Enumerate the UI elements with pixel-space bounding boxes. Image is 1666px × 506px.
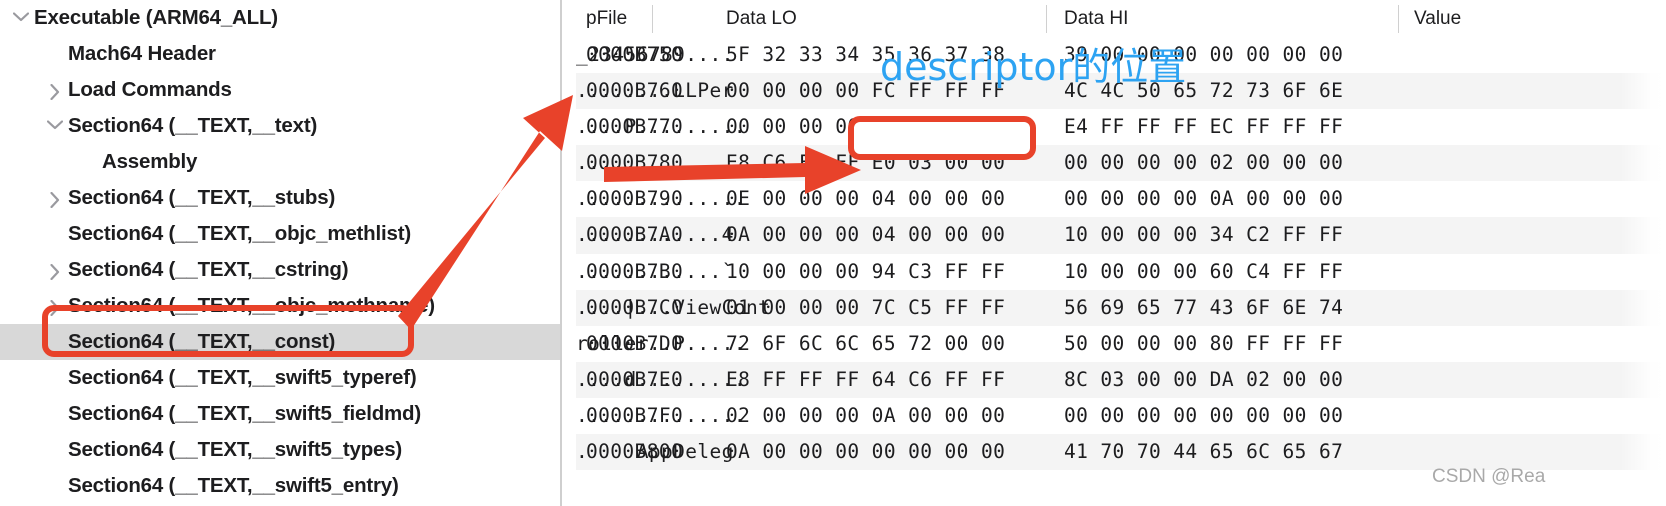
hex-cell-value[interactable]: _23456789.... bbox=[576, 37, 734, 73]
chevron-right-icon[interactable] bbox=[42, 180, 68, 208]
hex-cell-hi[interactable]: 56 69 65 77 43 6F 6E 74 bbox=[1064, 290, 1343, 326]
tree-item[interactable]: Section64 (__TEXT,__swift5_types) bbox=[0, 432, 560, 468]
mach-o-structure-tree[interactable]: Executable (ARM64_ALL) Mach64 Header Load … bbox=[0, 0, 560, 506]
hex-cell-hi[interactable]: 00 00 00 00 00 00 00 00 bbox=[1064, 398, 1343, 434]
tree-item[interactable]: Mach64 Header bbox=[0, 36, 560, 72]
hex-cell-lo[interactable]: 0A 00 00 00 04 00 00 00 bbox=[726, 217, 1005, 253]
hex-cell-value[interactable]: ....d......... bbox=[576, 362, 746, 398]
hex-cell-lo[interactable]: E8 C6 FF FF E0 03 00 00 bbox=[726, 145, 1005, 181]
hex-cell-hi[interactable]: 39 00 00 00 00 00 00 00 bbox=[1064, 37, 1343, 73]
hex-cell-hi[interactable]: E4 FF FF FF EC FF FF FF bbox=[1064, 109, 1343, 145]
tree-item-label: Section64 (__TEXT,__text) bbox=[68, 114, 318, 137]
hex-cell-lo[interactable]: E8 FF FF FF 64 C6 FF FF bbox=[726, 362, 1005, 398]
hex-cell-hi[interactable]: 50 00 00 00 80 FF FF FF bbox=[1064, 326, 1343, 362]
tree-item-label: Section64 (__TEXT,__const) bbox=[68, 330, 336, 353]
tree-item[interactable]: Executable (ARM64_ALL) bbox=[0, 0, 560, 36]
chevron-right-icon[interactable] bbox=[42, 288, 68, 316]
tree-item[interactable]: Load Commands bbox=[0, 72, 560, 108]
hex-cell-hi[interactable]: 4C 4C 50 65 72 73 6F 6E bbox=[1064, 73, 1343, 109]
tree-item-label: Section64 (__TEXT,__cstring) bbox=[68, 258, 349, 281]
hex-row[interactable]: 0000B7D0 72 6F 6C 6C 65 72 00 00 50 00 00 … bbox=[576, 325, 1666, 362]
hex-cell-value[interactable]: ........LLPer bbox=[576, 73, 734, 109]
chevron-right-icon[interactable] bbox=[42, 252, 68, 280]
hex-cell-value[interactable]: .............. bbox=[576, 398, 746, 434]
tree-item[interactable]: Section64 (__TEXT,__swift5_fieldmd) bbox=[0, 396, 560, 432]
tree-item-label: Mach64 Header bbox=[68, 42, 216, 65]
hex-cell-value[interactable]: roller..P..... bbox=[576, 326, 746, 362]
tree-item-label: Section64 (__TEXT,__swift5_typeref) bbox=[68, 366, 417, 389]
tree-item[interactable]: Section64 (__TEXT,__swift5_entry) bbox=[0, 468, 560, 504]
tree-item[interactable]: Section64 (__TEXT,__swift5_typeref) bbox=[0, 360, 560, 396]
tree-item-label: Section64 (__TEXT,__objc_methlist) bbox=[68, 222, 411, 245]
hex-table-body[interactable]: 0000B750 5F 32 33 34 35 36 37 38 39 00 00 … bbox=[576, 37, 1666, 506]
chevron-down-icon[interactable] bbox=[42, 108, 68, 130]
tree-item[interactable]: Section64 (__TEXT,__const) bbox=[0, 324, 560, 360]
hex-cell-lo[interactable]: 00 00 00 00 50 00 00 80 bbox=[726, 109, 1005, 145]
hex-cell-lo[interactable]: 02 00 00 00 0A 00 00 00 bbox=[726, 398, 1005, 434]
hex-cell-lo[interactable]: 00 00 00 00 FC FF FF FF bbox=[726, 73, 1005, 109]
column-header-pfile[interactable]: pFile bbox=[586, 0, 627, 37]
tree-item[interactable]: Section64 (__TEXT,__objc_methlist) bbox=[0, 216, 560, 252]
hex-cell-hi[interactable]: 10 00 00 00 34 C2 FF FF bbox=[1064, 217, 1343, 253]
hex-row[interactable]: 0000B7E0 E8 FF FF FF 64 C6 FF FF 8C 03 00 … bbox=[576, 361, 1666, 398]
tree-item[interactable]: Section64 (__TEXT,__text) bbox=[0, 108, 560, 144]
hex-row[interactable]: 0000B800 0A 00 00 00 00 00 00 00 41 70 70 … bbox=[576, 434, 1666, 471]
column-separator[interactable] bbox=[1398, 5, 1399, 33]
hex-row[interactable]: 0000B770 00 00 00 00 50 00 00 80 E4 FF FF … bbox=[576, 109, 1666, 146]
chevron-right-icon[interactable] bbox=[42, 72, 68, 100]
hex-cell-lo[interactable]: 10 00 00 00 94 C3 FF FF bbox=[726, 254, 1005, 290]
tree-item-label: Section64 (__TEXT,__swift5_fieldmd) bbox=[68, 402, 422, 425]
hex-row[interactable]: 0000B750 5F 32 33 34 35 36 37 38 39 00 00 … bbox=[576, 37, 1666, 74]
hex-row[interactable]: 0000B7A0 0A 00 00 00 04 00 00 00 10 00 00 … bbox=[576, 217, 1666, 254]
hex-row[interactable]: 0000B760 00 00 00 00 FC FF FF FF 4C 4C 50 … bbox=[576, 73, 1666, 110]
column-separator[interactable] bbox=[1046, 5, 1047, 33]
hex-cell-hi[interactable]: 00 00 00 00 02 00 00 00 bbox=[1064, 145, 1343, 181]
chevron-down-icon[interactable] bbox=[8, 0, 34, 22]
tree-item-label: Section64 (__TEXT,__objc_methname) bbox=[68, 294, 435, 317]
hex-row[interactable]: 0000B790 0E 00 00 00 04 00 00 00 00 00 00 … bbox=[576, 181, 1666, 218]
hex-cell-value[interactable]: ....|...ViewCont bbox=[576, 290, 770, 326]
tree-item[interactable]: Section64 (__TEXT,__objc_methname) bbox=[0, 288, 560, 324]
tree-item[interactable]: Assembly bbox=[0, 144, 560, 180]
hex-viewer-panel[interactable]: pFile Data LO Data HI Value 0000B750 5F 32 3… bbox=[562, 0, 1666, 506]
column-separator[interactable] bbox=[652, 5, 653, 33]
tree-item-label: Section64 (__TEXT,__swift5_entry) bbox=[68, 474, 399, 497]
column-header-value[interactable]: Value bbox=[1414, 0, 1461, 37]
tree-item[interactable]: Section64 (__TEXT,__stubs) bbox=[0, 180, 560, 216]
tree-item-label: Section64 (__TEXT,__swift5_types) bbox=[68, 438, 403, 461]
hex-cell-hi[interactable]: 00 00 00 00 0A 00 00 00 bbox=[1064, 181, 1343, 217]
hex-cell-value[interactable]: ............` bbox=[576, 254, 734, 290]
hex-cell-lo[interactable]: 5F 32 33 34 35 36 37 38 bbox=[726, 37, 1005, 73]
hex-cell-value[interactable]: ....P......... bbox=[576, 109, 746, 145]
hex-cell-value[interactable]: .............. bbox=[576, 181, 746, 217]
hex-cell-hi[interactable]: 41 70 70 44 65 6C 65 67 bbox=[1064, 434, 1343, 470]
tree-item-label: Assembly bbox=[102, 150, 198, 173]
hex-cell-value[interactable]: . AppDeleg bbox=[576, 434, 734, 470]
hex-cell-hi[interactable]: 10 00 00 00 60 C4 FF FF bbox=[1064, 254, 1343, 290]
hex-cell-value[interactable]: .............. bbox=[576, 145, 746, 181]
column-header-lo[interactable]: Data LO bbox=[726, 0, 797, 37]
hex-row[interactable]: 0000B7F0 02 00 00 00 0A 00 00 00 00 00 00 … bbox=[576, 397, 1666, 435]
hex-row[interactable]: 0000B7C0 01 00 00 00 7C C5 FF FF 56 69 65 … bbox=[576, 289, 1666, 326]
hex-cell-value[interactable]: ............4 bbox=[576, 217, 734, 253]
column-header-hi[interactable]: Data HI bbox=[1064, 0, 1128, 37]
hex-table-header: pFile Data LO Data HI Value bbox=[576, 0, 1666, 38]
hex-row[interactable]: 0000B780 E8 C6 FF FF E0 03 00 00 00 00 00 … bbox=[576, 145, 1666, 182]
tree-item-label: Section64 (__TEXT,__stubs) bbox=[68, 186, 336, 209]
hex-cell-hi[interactable]: 8C 03 00 00 DA 02 00 00 bbox=[1064, 362, 1343, 398]
tree-item-label: Executable (ARM64_ALL) bbox=[34, 6, 278, 29]
hex-cell-lo[interactable]: 0A 00 00 00 00 00 00 00 bbox=[726, 434, 1005, 470]
tree-item[interactable]: Section64 (__TEXT,__cstring) bbox=[0, 252, 560, 288]
tree-item-label: Load Commands bbox=[68, 78, 232, 101]
hex-row[interactable]: 0000B7B0 10 00 00 00 94 C3 FF FF 10 00 00 … bbox=[576, 253, 1666, 290]
hex-cell-lo[interactable]: 0E 00 00 00 04 00 00 00 bbox=[726, 181, 1005, 217]
hex-cell-lo[interactable]: 72 6F 6C 6C 65 72 00 00 bbox=[726, 326, 1005, 362]
